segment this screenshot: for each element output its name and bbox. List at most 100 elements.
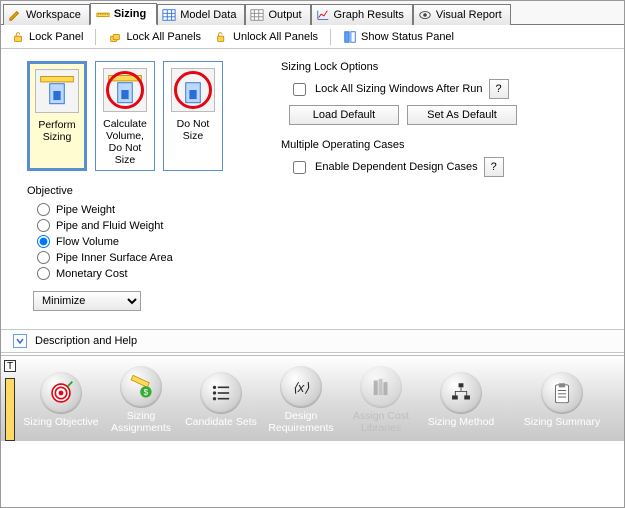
radio-flow-volume[interactable]: Flow Volume — [37, 235, 257, 248]
help-button[interactable]: ? — [489, 79, 509, 99]
tile-caption: Calculate Volume, Do Not Size — [100, 118, 150, 166]
radio-label: Pipe Inner Surface Area — [56, 252, 173, 264]
table-icon — [162, 8, 176, 22]
lock-all-panels-button[interactable]: Lock All Panels — [104, 28, 205, 46]
sizing-main-panel: Perform Sizing Calculate Volume, Do Not … — [1, 49, 624, 319]
tab-label: Visual Report — [436, 9, 502, 21]
text-marker-icon[interactable]: T — [4, 360, 16, 372]
tab-workspace[interactable]: Workspace — [3, 4, 90, 25]
lock-panel-button[interactable]: Lock Panel — [7, 28, 87, 46]
eye-icon — [418, 8, 432, 22]
tab-output[interactable]: Output — [245, 4, 310, 25]
radio-input[interactable] — [37, 219, 50, 232]
radio-pipe-fluid-weight[interactable]: Pipe and Fluid Weight — [37, 219, 257, 232]
do-not-size-icon — [171, 68, 215, 112]
help-button[interactable]: ? — [484, 157, 504, 177]
objective-mode-dropdown[interactable]: Minimize — [33, 291, 141, 311]
main-tabstrip: Workspace Sizing Model Data Output Graph… — [1, 1, 624, 25]
radio-label: Pipe Weight — [56, 204, 115, 216]
objective-title: Objective — [27, 185, 257, 197]
show-status-panel-button[interactable]: Show Status Panel — [339, 28, 458, 46]
load-default-button[interactable]: Load Default — [289, 105, 399, 125]
ribbon-label: Candidate Sets — [181, 416, 261, 428]
svg-text:$: $ — [144, 388, 149, 397]
pencil-icon — [8, 8, 22, 22]
toolbar-label: Unlock All Panels — [233, 31, 318, 43]
ribbon-label: Sizing Method — [421, 416, 501, 428]
svg-text:⟨x⟩: ⟨x⟩ — [293, 379, 310, 394]
sizing-lock-title: Sizing Lock Options — [281, 61, 612, 73]
ruler-money-icon: $ — [120, 366, 162, 408]
radio-input[interactable] — [37, 203, 50, 216]
variable-icon: ⟨x⟩ — [280, 366, 322, 408]
books-icon — [360, 366, 402, 408]
toolbar-separator — [95, 29, 96, 45]
ribbon-design-requirements[interactable]: ⟨x⟩ Design Requirements — [261, 364, 341, 434]
sizing-ribbon: T Sizing Objective $ Sizing Assignments … — [1, 355, 624, 441]
tab-label: Workspace — [26, 9, 81, 21]
set-as-default-button[interactable]: Set As Default — [407, 105, 517, 125]
grid-icon — [250, 8, 264, 22]
checkbox-label: Enable Dependent Design Cases — [315, 161, 478, 173]
objective-group: Objective Pipe Weight Pipe and Fluid Wei… — [27, 185, 257, 311]
lock-after-run-checkbox[interactable] — [293, 83, 306, 96]
vertical-ruler-icon — [5, 378, 15, 441]
ribbon-marker: T — [1, 356, 19, 441]
status-panel-icon — [343, 30, 357, 44]
radio-label: Monetary Cost — [56, 268, 128, 280]
radio-label: Flow Volume — [56, 236, 119, 248]
tab-model-data[interactable]: Model Data — [157, 4, 245, 25]
description-help-bar: Description and Help — [1, 329, 624, 355]
radio-monetary-cost[interactable]: Monetary Cost — [37, 267, 257, 280]
unlock-all-icon — [215, 30, 229, 44]
ribbon-sizing-summary[interactable]: Sizing Summary — [522, 370, 602, 428]
list-icon — [200, 372, 242, 414]
ribbon-candidate-sets[interactable]: Candidate Sets — [181, 370, 261, 428]
tab-graph-results[interactable]: Graph Results — [311, 4, 413, 25]
tile-caption: Perform Sizing — [33, 119, 81, 143]
sizing-mode-tiles: Perform Sizing Calculate Volume, Do Not … — [27, 61, 257, 171]
panel-toolbar: Lock Panel Lock All Panels Unlock All Pa… — [1, 25, 624, 49]
toolbar-separator — [330, 29, 331, 45]
ribbon-sizing-objective[interactable]: Sizing Objective — [21, 370, 101, 428]
radio-input[interactable] — [37, 235, 50, 248]
toolbar-label: Show Status Panel — [361, 31, 454, 43]
ribbon-sizing-method[interactable]: Sizing Method — [421, 370, 501, 428]
tile-do-not-size[interactable]: Do Not Size — [163, 61, 223, 171]
ribbon-assign-cost-libraries: Assign Cost Libraries — [341, 364, 421, 434]
multiple-cases-title: Multiple Operating Cases — [281, 139, 612, 151]
unlock-all-panels-button[interactable]: Unlock All Panels — [211, 28, 322, 46]
radio-input[interactable] — [37, 251, 50, 264]
ribbon-label: Sizing Assignments — [101, 410, 181, 434]
ribbon-label: Design Requirements — [261, 410, 341, 434]
sizing-device-noSize-icon — [103, 68, 147, 112]
tile-caption: Do Not Size — [168, 118, 218, 142]
radio-pipe-weight[interactable]: Pipe Weight — [37, 203, 257, 216]
clipboard-icon — [541, 372, 583, 414]
tile-calc-volume-no-size[interactable]: Calculate Volume, Do Not Size — [95, 61, 155, 171]
flow-icon — [440, 372, 482, 414]
enable-dependent-cases-checkbox[interactable] — [293, 161, 306, 174]
tile-perform-sizing[interactable]: Perform Sizing — [27, 61, 87, 171]
description-label: Description and Help — [35, 335, 137, 347]
expand-description-button[interactable] — [13, 334, 27, 348]
toolbar-label: Lock All Panels — [126, 31, 201, 43]
tab-sizing[interactable]: Sizing — [90, 3, 157, 25]
radio-label: Pipe and Fluid Weight — [56, 220, 163, 232]
toolbar-label: Lock Panel — [29, 31, 83, 43]
radio-pipe-inner-surface[interactable]: Pipe Inner Surface Area — [37, 251, 257, 264]
sizing-device-icon — [35, 69, 79, 113]
ribbon-label: Assign Cost Libraries — [341, 410, 421, 434]
tab-visual-report[interactable]: Visual Report — [413, 4, 511, 25]
ribbon-sizing-assignments[interactable]: $ Sizing Assignments — [101, 364, 181, 434]
radio-input[interactable] — [37, 267, 50, 280]
target-icon — [40, 372, 82, 414]
ruler-icon — [96, 7, 110, 21]
ribbon-label: Sizing Summary — [522, 416, 602, 428]
tab-label: Graph Results — [334, 9, 404, 21]
tab-label: Sizing — [114, 8, 146, 20]
lock-all-icon — [108, 30, 122, 44]
tab-label: Output — [268, 9, 301, 21]
chart-icon — [316, 8, 330, 22]
unlock-icon — [11, 30, 25, 44]
